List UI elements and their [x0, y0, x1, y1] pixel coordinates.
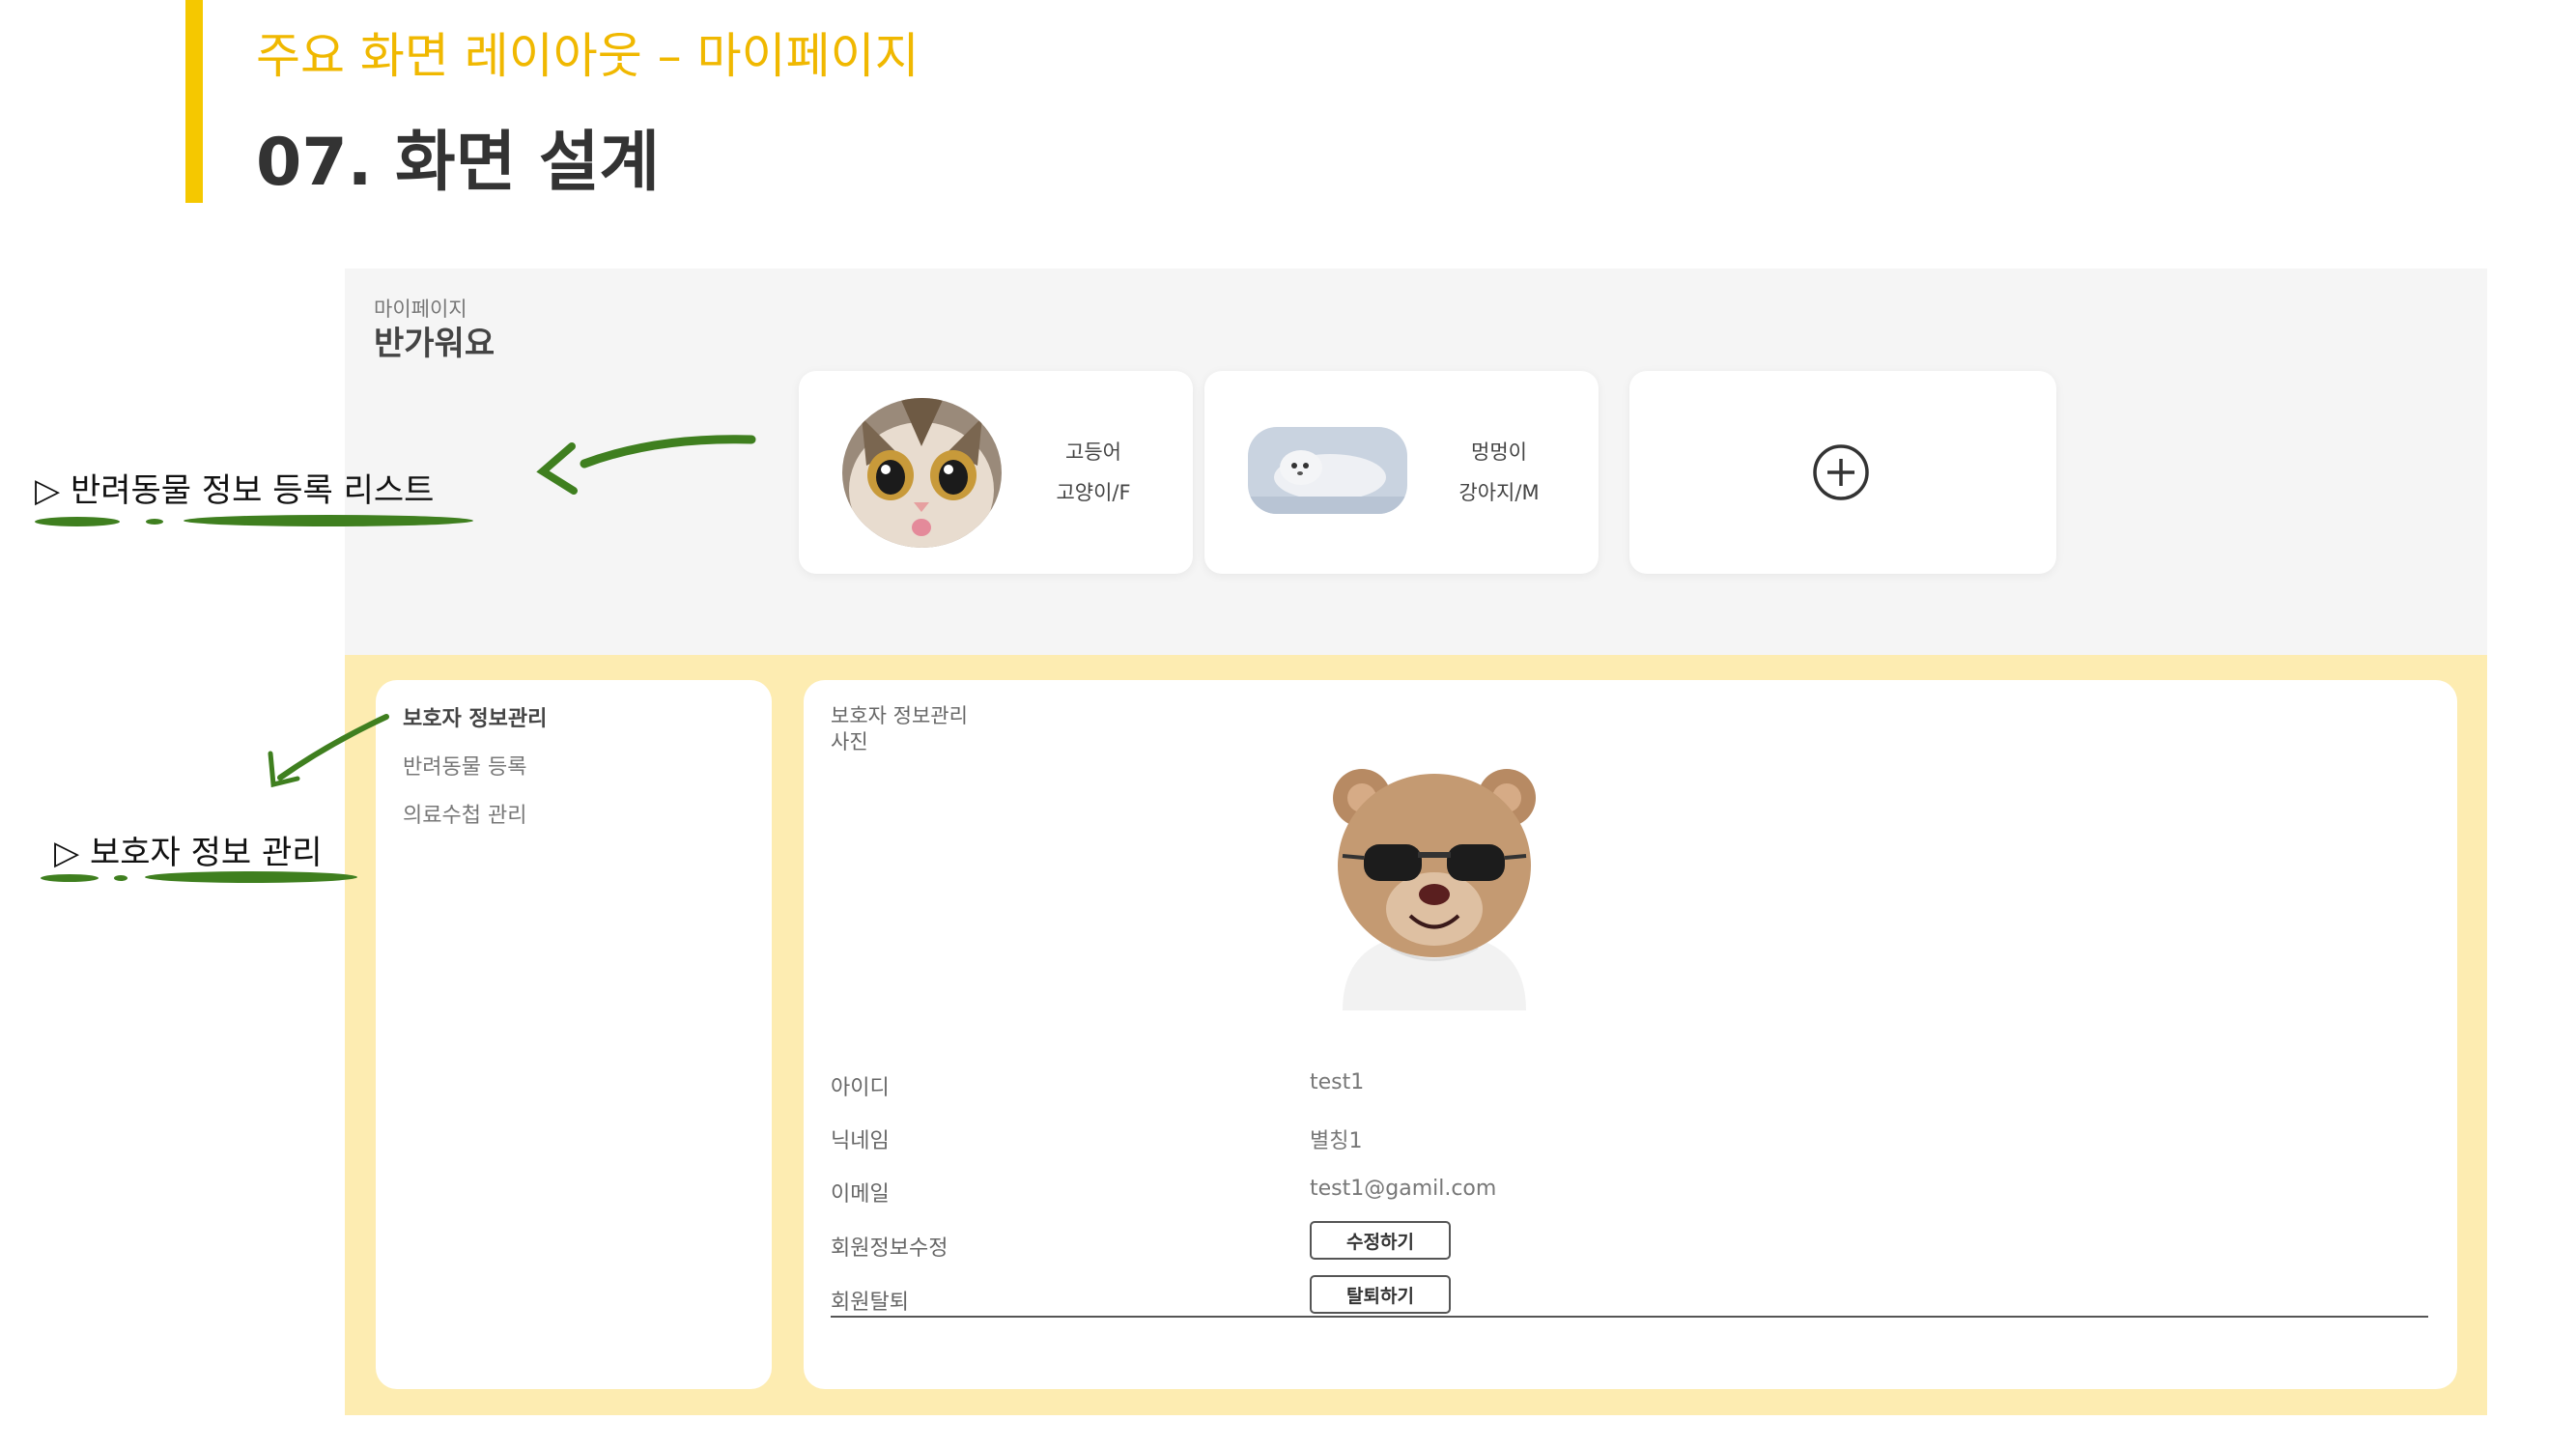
add-pet-card[interactable] [1629, 371, 2056, 574]
sidebar-item-medical-record[interactable]: 의료수첩 관리 [403, 798, 526, 829]
guardian-info-panel: 보호자 정보관리 사진 아이디 test1 닉네임 별칭1 이메일 test1@… [804, 680, 2457, 1389]
edit-info-label: 회원정보수정 [831, 1236, 948, 1261]
plus-circle-icon[interactable] [1811, 442, 1871, 502]
cat-photo [842, 398, 1002, 548]
field-value: 별칭1 [1310, 1129, 1363, 1153]
pet-card[interactable]: 고등어 고양이/F [799, 371, 1193, 574]
slide-subtitle: 주요 화면 레이아웃 – 마이페이지 [256, 28, 920, 84]
accent-bar [185, 0, 203, 203]
pet-info: 강아지/M [1458, 481, 1540, 504]
sidebar-item-pet-register[interactable]: 반려동물 등록 [403, 750, 526, 781]
slide-title: 07. 화면 설계 [256, 125, 661, 201]
field-value: test1 [1310, 1070, 1365, 1094]
pet-name: 멍멍이 [1471, 440, 1527, 464]
section-title: 보호자 정보관리 [831, 704, 968, 727]
photo-label: 사진 [831, 730, 868, 753]
edit-button[interactable]: 수정하기 [1310, 1221, 1451, 1260]
field-label: 아이디 [831, 1076, 890, 1100]
pet-name: 고등어 [1065, 440, 1121, 464]
seal-photo [1248, 427, 1407, 514]
teddy-bear-sunglasses-photo [1333, 769, 1536, 1010]
pet-info: 고양이/F [1056, 481, 1131, 504]
section-header: 보호자 정보관리 사진 [831, 703, 968, 755]
field-label: 이메일 [831, 1182, 890, 1207]
withdraw-button[interactable]: 탈퇴하기 [1310, 1275, 1451, 1314]
arrow-head [268, 751, 300, 788]
withdraw-label: 회원탈퇴 [831, 1291, 909, 1315]
mypage-screen: 마이페이지 반가워요 고등어 고양이/F 멍멍이 강아지/M 보호자 정보관리 … [345, 269, 2487, 1415]
annotation-guardian-info: ▷ 보호자 정보 관리 [54, 834, 323, 872]
annotation-pet-list: ▷ 반려동물 정보 등록 리스트 [35, 471, 435, 510]
sidebar-item-guardian-info[interactable]: 보호자 정보관리 [403, 701, 547, 732]
sidebar-menu: 보호자 정보관리 반려동물 등록 의료수첩 관리 [376, 680, 772, 1389]
greeting: 반가워요 [374, 325, 495, 363]
divider [831, 1316, 2428, 1318]
pet-card[interactable]: 멍멍이 강아지/M [1204, 371, 1599, 574]
field-label: 닉네임 [831, 1129, 890, 1153]
field-value: test1@gamil.com [1310, 1177, 1497, 1201]
